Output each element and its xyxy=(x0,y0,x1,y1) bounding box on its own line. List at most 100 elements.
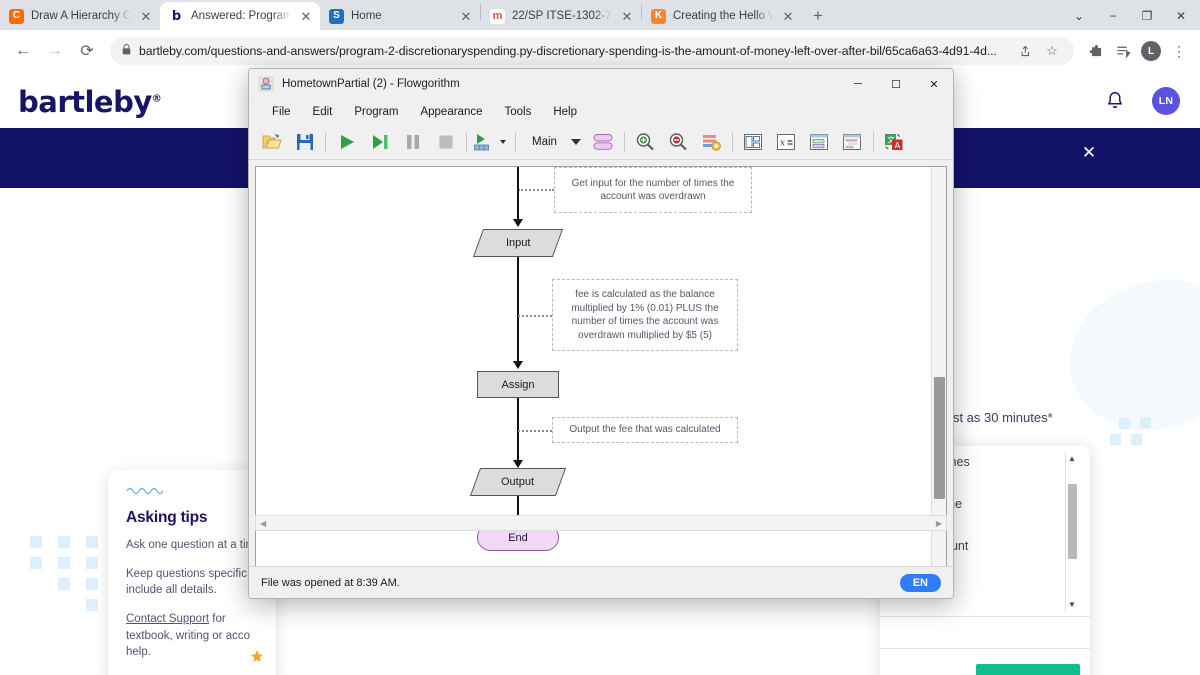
reading-list-icon[interactable] xyxy=(1110,38,1136,64)
new-tab-button[interactable]: + xyxy=(804,2,832,30)
close-icon[interactable]: ✕ xyxy=(780,8,796,24)
bartleby-logo[interactable]: bartleby® xyxy=(18,85,162,119)
flow-arrow xyxy=(513,460,523,468)
function-selector[interactable]: Main xyxy=(520,136,587,148)
address-bar[interactable]: bartleby.com/questions-and-answers/progr… xyxy=(110,37,1074,65)
question-scrollbar[interactable]: ▲ ▼ xyxy=(1065,452,1078,612)
favicon-icon: b xyxy=(169,8,184,24)
scroll-right-icon[interactable]: ▶ xyxy=(936,519,942,528)
maximize-button[interactable]: ☐ xyxy=(877,69,915,100)
scroll-up-icon[interactable]: ▲ xyxy=(1068,452,1076,466)
output-icon[interactable] xyxy=(836,127,869,157)
stop-icon[interactable] xyxy=(429,127,462,157)
back-icon[interactable]: ← xyxy=(8,36,38,66)
minimize-icon[interactable]: − xyxy=(1096,2,1130,30)
favicon-icon: S xyxy=(329,8,344,24)
run-icon[interactable] xyxy=(330,127,363,157)
variable-watch-icon[interactable] xyxy=(737,127,770,157)
canvas-horizontal-scrollbar[interactable]: ◀ ▶ xyxy=(255,515,947,531)
browser-tab-3[interactable]: m 22/SP ITSE-1302-7Z1: Flowch ✕ xyxy=(481,2,641,30)
flowgorithm-titlebar[interactable]: HometownPartial (2) - Flowgorithm ─ ☐ ✕ xyxy=(249,69,953,100)
tips-title: Asking tips xyxy=(126,509,208,526)
extensions-icon[interactable] xyxy=(1082,38,1108,64)
favicon-icon: m xyxy=(490,8,505,24)
menu-edit[interactable]: Edit xyxy=(302,103,344,121)
save-file-icon[interactable] xyxy=(288,127,321,157)
flowchart-canvas[interactable]: Get input for the number of times the ac… xyxy=(255,166,947,570)
maximize-icon[interactable]: ❐ xyxy=(1130,2,1164,30)
tips-paragraph-2: Keep questions specific include all deta… xyxy=(126,566,258,599)
browser-menu-icon[interactable]: ⋮ xyxy=(1166,38,1192,64)
language-badge[interactable]: EN xyxy=(899,573,941,592)
pause-icon[interactable] xyxy=(396,127,429,157)
generate-code-dropdown-icon[interactable] xyxy=(495,127,511,157)
tips-line-3a: for xyxy=(209,613,226,626)
node-label: Assign xyxy=(501,378,535,391)
browser-tab-4[interactable]: K Creating the Hello World Pro ✕ xyxy=(642,2,802,30)
flowchart-node-assign[interactable]: Assign xyxy=(477,371,559,398)
scroll-left-icon[interactable]: ◀ xyxy=(260,519,266,528)
toolbar-separator xyxy=(872,131,874,152)
tab-title: Draw A Hierarchy Chart And xyxy=(31,10,131,22)
menu-program[interactable]: Program xyxy=(343,103,409,121)
close-icon[interactable]: ✕ xyxy=(458,8,474,24)
lock-icon xyxy=(122,44,131,58)
logo-text: bartleby xyxy=(18,85,152,119)
flowchart-surface[interactable]: Get input for the number of times the ac… xyxy=(256,167,932,569)
profile-avatar[interactable]: L xyxy=(1138,38,1164,64)
expression-icon[interactable]: x xyxy=(770,127,803,157)
comment-connector xyxy=(518,189,554,191)
contact-support-link[interactable]: Contact Support xyxy=(126,613,209,625)
flowgorithm-toolbar: Main x 文 A xyxy=(249,124,953,160)
menu-appearance[interactable]: Appearance xyxy=(409,103,493,121)
flowchart-comment[interactable]: Output the fee that was calculated xyxy=(552,417,738,443)
close-button[interactable]: ✕ xyxy=(915,69,953,100)
toolbar-separator xyxy=(515,131,516,152)
flowchart-comment[interactable]: fee is calculated as the balance multipl… xyxy=(552,279,738,351)
square-decoration xyxy=(1119,418,1130,429)
flowchart-node-input[interactable]: Input xyxy=(472,229,564,257)
menu-file[interactable]: File xyxy=(261,103,302,121)
reload-icon[interactable]: ⟳ xyxy=(72,36,102,66)
flow-arrow xyxy=(513,219,523,227)
restore-down-icon[interactable]: ⌄ xyxy=(1062,2,1096,30)
bookmark-star-icon[interactable]: ☆ xyxy=(1042,43,1062,59)
browser-tab-2[interactable]: S Home ✕ xyxy=(320,2,480,30)
generate-code-icon[interactable] xyxy=(471,127,495,157)
browser-tab-0[interactable]: C Draw A Hierarchy Chart And ✕ xyxy=(0,2,160,30)
banner-close-icon[interactable]: ✕ xyxy=(1080,143,1098,162)
scrollbar-thumb[interactable] xyxy=(1067,484,1077,559)
zoom-in-icon[interactable] xyxy=(629,127,662,157)
close-icon[interactable]: ✕ xyxy=(619,8,635,24)
close-window-icon[interactable]: ✕ xyxy=(1164,2,1198,30)
zoom-out-icon[interactable] xyxy=(662,127,695,157)
translate-icon[interactable]: 文 A xyxy=(878,127,911,157)
close-icon[interactable]: ✕ xyxy=(298,8,314,24)
flowchart-node-output[interactable]: Output xyxy=(469,468,567,496)
shape-icon[interactable] xyxy=(587,127,620,157)
step-icon[interactable] xyxy=(363,127,396,157)
chevron-down-icon[interactable] xyxy=(570,138,581,145)
toolbar-separator xyxy=(325,131,326,152)
svg-text:A: A xyxy=(895,141,901,150)
menu-help[interactable]: Help xyxy=(542,103,588,121)
minimize-button[interactable]: ─ xyxy=(839,69,877,100)
console-icon[interactable] xyxy=(803,127,836,157)
scroll-down-icon[interactable]: ▼ xyxy=(1068,598,1076,612)
flowgorithm-window[interactable]: HometownPartial (2) - Flowgorithm ─ ☐ ✕ … xyxy=(248,68,954,599)
flowchart-comment[interactable]: Get input for the number of times the ac… xyxy=(554,167,752,213)
flowgorithm-statusbar: File was opened at 8:39 AM. EN xyxy=(249,566,953,598)
user-avatar[interactable]: LN xyxy=(1152,87,1180,115)
share-icon[interactable] xyxy=(1014,45,1034,58)
close-icon[interactable]: ✕ xyxy=(138,8,154,24)
window-title: HometownPartial (2) - Flowgorithm xyxy=(282,78,460,90)
browser-tab-1[interactable]: b Answered: Program 2: Discre ✕ xyxy=(160,2,320,30)
forward-icon[interactable]: → xyxy=(40,36,70,66)
notification-bell-icon[interactable] xyxy=(1104,90,1126,112)
scrollbar-thumb[interactable] xyxy=(934,377,945,499)
settings-icon[interactable] xyxy=(695,127,728,157)
canvas-vertical-scrollbar[interactable] xyxy=(931,167,946,569)
continue-button[interactable]: CONTINUE xyxy=(976,664,1080,675)
open-file-icon[interactable] xyxy=(255,127,288,157)
menu-tools[interactable]: Tools xyxy=(494,103,543,121)
